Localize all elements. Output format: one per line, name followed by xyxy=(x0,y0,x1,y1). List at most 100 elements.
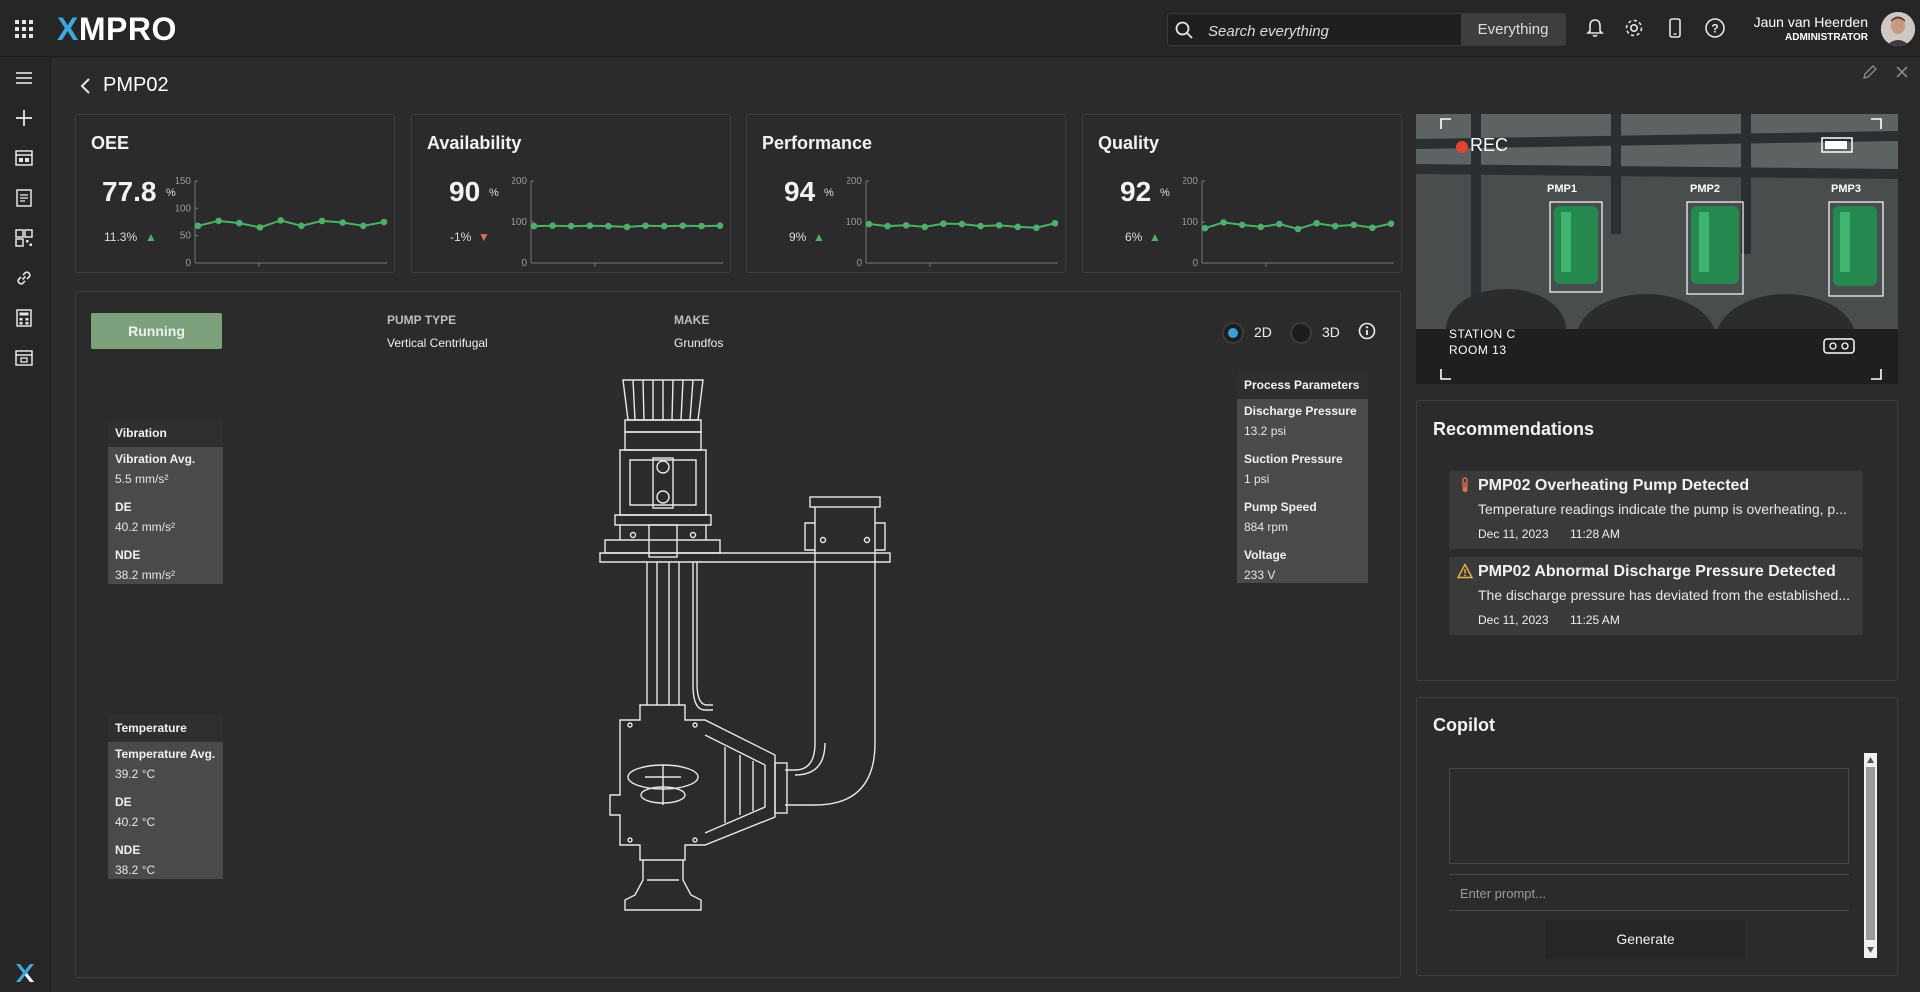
view-2d-label[interactable]: 2D xyxy=(1254,324,1272,340)
search-input[interactable] xyxy=(1208,21,1448,41)
add-icon[interactable] xyxy=(13,107,35,129)
status-badge[interactable]: Running xyxy=(91,313,222,349)
user-name[interactable]: Jaun van Heerden xyxy=(1754,14,1868,30)
kpi-delta: 9% xyxy=(789,230,807,244)
recommendations-title: Recommendations xyxy=(1433,419,1595,439)
sparkline-point xyxy=(298,222,305,230)
avatar[interactable] xyxy=(1881,12,1915,46)
sparkline-point xyxy=(1014,223,1022,231)
pump-type-value: Vertical Centrifugal xyxy=(387,336,488,350)
param-value: 38.2 mm/s² xyxy=(115,568,176,582)
recommendation-description: Temperature readings indicate the pump i… xyxy=(1478,501,1847,517)
xmpro-mark-icon[interactable] xyxy=(14,962,36,984)
copilot-output[interactable] xyxy=(1449,768,1849,864)
param-name: NDE xyxy=(115,548,141,562)
view-2d-radio[interactable] xyxy=(1222,322,1244,344)
sparkline-point xyxy=(1201,224,1209,232)
top-bar: XMPRO Everything ? Jaun van Heerden ADMI… xyxy=(0,0,1920,57)
recommendation-card[interactable]: PMP02 Abnormal Discharge Pressure Detect… xyxy=(1449,557,1863,635)
pump-2d-diagram[interactable] xyxy=(585,375,905,915)
sparkline-point xyxy=(679,222,687,229)
scroll-up-icon[interactable] xyxy=(1867,757,1874,763)
apps-grid-icon[interactable] xyxy=(14,19,34,39)
param-value: 38.2 °C xyxy=(115,863,156,877)
help-icon[interactable]: ? xyxy=(1704,17,1726,39)
kpi-delta: 6% xyxy=(1125,230,1143,244)
kpi-sparkline: 200 100 0 xyxy=(1183,176,1395,267)
sparkline-point xyxy=(1331,222,1339,230)
y-tick-label: 100 xyxy=(512,217,527,228)
param-value: 5.5 mm/s² xyxy=(115,472,169,486)
gear-icon[interactable] xyxy=(1623,17,1645,39)
sparkline-point xyxy=(1220,219,1227,226)
process-parameters-title: Process Parameters xyxy=(1237,372,1368,399)
scroll-down-icon[interactable] xyxy=(1867,947,1874,953)
y-tick-label: 50 xyxy=(180,231,192,242)
kpi-unit: % xyxy=(489,187,499,199)
camera-location: ROOM 13 xyxy=(1449,343,1507,357)
sparkline-point xyxy=(1276,220,1283,228)
search-scope-dropdown[interactable]: Everything xyxy=(1461,14,1565,45)
kpi-unit: % xyxy=(1160,187,1170,199)
kpi-card-quality: Quality 92 % 6% ▲ 200 100 0 xyxy=(1082,114,1402,273)
qr-icon[interactable] xyxy=(13,227,35,249)
sparkline-point xyxy=(1294,225,1302,233)
app-designer-icon[interactable] xyxy=(13,347,35,369)
temperature-title: Temperature xyxy=(108,715,223,742)
param-value: 39.2 °C xyxy=(115,767,156,781)
mobile-icon[interactable] xyxy=(1664,17,1686,39)
param-name: DE xyxy=(115,795,132,809)
sparkline-point xyxy=(902,221,910,229)
y-tick-label: 0 xyxy=(185,258,191,267)
kpi-delta: -1% xyxy=(450,230,472,244)
info-icon[interactable] xyxy=(1358,322,1376,340)
dashboard-icon[interactable] xyxy=(13,147,35,169)
recommendation-card[interactable]: PMP02 Overheating Pump Detected Temperat… xyxy=(1449,471,1863,549)
param-row: Temperature Avg. 39.2 °C xyxy=(108,742,223,790)
param-row: Vibration Avg. 5.5 mm/s² xyxy=(108,447,223,495)
copilot-title: Copilot xyxy=(1433,715,1495,735)
xmpro-logo[interactable]: XMPRO xyxy=(57,11,177,48)
kpi-delta: 11.3% xyxy=(104,230,138,244)
svg-text:?: ? xyxy=(1711,22,1718,36)
sparkline-point xyxy=(1051,219,1059,227)
sparkline-point xyxy=(360,222,367,230)
generate-button[interactable]: Generate xyxy=(1546,920,1745,959)
close-icon[interactable] xyxy=(1894,64,1910,80)
back-chevron-icon[interactable] xyxy=(78,76,94,96)
sparkline-point xyxy=(623,223,631,231)
view-3d-label[interactable]: 3D xyxy=(1322,324,1340,340)
param-name: Discharge Pressure xyxy=(1244,404,1357,418)
link-icon[interactable] xyxy=(13,267,35,289)
sparkline-point xyxy=(1257,223,1265,231)
sparkline-point xyxy=(277,217,284,224)
bell-icon[interactable] xyxy=(1584,17,1606,39)
sparkline-point xyxy=(865,220,873,228)
kpi-title: Quality xyxy=(1098,133,1160,153)
kpi-card-performance: Performance 94 % 9% ▲ 200 100 0 xyxy=(746,114,1066,273)
view-3d-radio[interactable] xyxy=(1290,322,1312,344)
menu-icon[interactable] xyxy=(13,67,35,89)
y-tick-label: 150 xyxy=(176,176,191,187)
camera-feed[interactable]: REC PMP1 PMP2 PMP3 STATION C ROOM 13 xyxy=(1416,114,1898,384)
documents-icon[interactable] xyxy=(13,187,35,209)
copilot-scrollbar[interactable] xyxy=(1864,753,1877,958)
edit-pencil-icon[interactable] xyxy=(1862,64,1878,80)
sparkline-point xyxy=(1238,221,1246,229)
scroll-thumb[interactable] xyxy=(1866,767,1875,940)
param-row: Discharge Pressure 13.2 psi xyxy=(1237,399,1368,447)
kpi-unit: % xyxy=(166,187,176,199)
y-tick-label: 200 xyxy=(847,176,862,187)
kpi-title: Availability xyxy=(427,133,522,153)
vibration-panel: Vibration Vibration Avg. 5.5 mm/s² DE 40… xyxy=(108,420,223,584)
y-tick-label: 0 xyxy=(856,258,862,267)
calculator-icon[interactable] xyxy=(13,307,35,329)
sparkline-point xyxy=(660,222,668,230)
param-value: 40.2 mm/s² xyxy=(115,520,176,534)
sparkline-point xyxy=(642,222,649,229)
param-value: 1 psi xyxy=(1244,472,1270,486)
param-name: Vibration Avg. xyxy=(115,452,196,466)
kpi-sparkline: 200 100 0 xyxy=(512,176,724,267)
prompt-input[interactable] xyxy=(1449,881,1849,905)
kpi-unit: % xyxy=(824,187,834,199)
